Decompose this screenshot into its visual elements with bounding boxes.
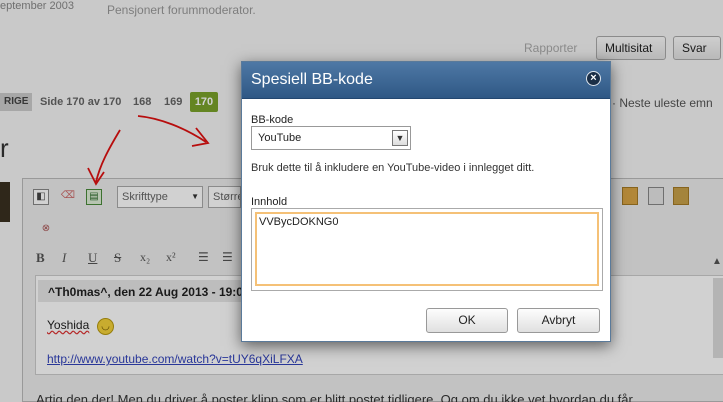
content-label: Innhold <box>251 196 288 208</box>
bbcode-label: BB-kode <box>251 114 294 126</box>
bbcode-dialog: Spesiell BB-kode × BB-kode YouTube ▼ Bru… <box>241 61 611 342</box>
dialog-header: Spesiell BB-kode × <box>242 62 610 99</box>
bbcode-select-value: YouTube <box>258 132 302 144</box>
close-icon[interactable]: × <box>586 71 601 86</box>
ok-button[interactable]: OK <box>426 308 508 333</box>
content-field-frame: VVBycDOKNG0 <box>251 208 603 291</box>
chevron-down-icon[interactable]: ▼ <box>392 130 408 146</box>
cancel-button[interactable]: Avbryt <box>517 308 600 333</box>
content-textarea[interactable]: VVBycDOKNG0 <box>255 212 599 286</box>
dialog-title: Spesiell BB-kode <box>251 71 373 88</box>
help-text: Bruk dette til å inkludere en YouTube-vi… <box>251 162 535 174</box>
bbcode-select[interactable]: YouTube ▼ <box>251 126 411 150</box>
